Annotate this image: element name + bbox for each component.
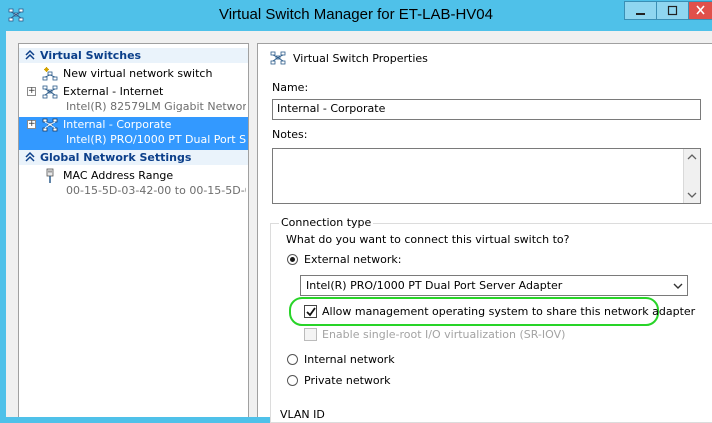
- tree-item-label: Internal - Corporate: [63, 118, 172, 131]
- scroll-up-icon[interactable]: [684, 150, 700, 164]
- internal-network-radio[interactable]: [287, 354, 298, 365]
- chevron-down-icon: [673, 283, 683, 289]
- tree-item-mac-address-range[interactable]: MAC Address Range: [19, 168, 248, 185]
- allow-management-label: Allow management operating system to sha…: [322, 305, 696, 318]
- external-network-radio[interactable]: [287, 254, 298, 265]
- tree-item-adapter: Intel(R) PRO/1000 PT Dual Port Se...: [66, 133, 246, 146]
- collapse-chevron-icon: [25, 49, 35, 60]
- section-label: Global Network Settings: [40, 151, 192, 164]
- tree-item-new-switch[interactable]: New virtual network switch: [19, 66, 248, 83]
- notes-label: Notes:: [272, 128, 308, 141]
- private-network-radio[interactable]: [287, 375, 298, 386]
- sriov-label: Enable single-root I/O virtualization (S…: [322, 328, 566, 341]
- maximize-icon: [667, 5, 678, 16]
- tree-item-label: External - Internet: [63, 85, 164, 98]
- switch-tree-pane: Virtual Switches New virtual network swi…: [18, 43, 249, 417]
- name-input[interactable]: Internal - Corporate: [272, 99, 701, 120]
- sriov-checkbox[interactable]: [304, 328, 317, 341]
- maximize-button[interactable]: [656, 1, 689, 20]
- tree-item-label: MAC Address Range: [63, 169, 174, 182]
- network-switch-icon: [270, 51, 286, 65]
- close-icon: [696, 5, 705, 15]
- tree-item-mac-range: 00-15-5D-03-42-00 to 00-15-5D-0...: [66, 184, 246, 197]
- tree-item-adapter: Intel(R) 82579LM Gigabit Network ...: [66, 100, 246, 113]
- network-plug-icon: [46, 168, 54, 183]
- minimize-icon: [636, 13, 645, 15]
- section-virtual-switches[interactable]: Virtual Switches: [19, 48, 248, 63]
- tree-item-internal[interactable]: + Internal - Corporate: [19, 117, 248, 134]
- section-global-network-settings[interactable]: Global Network Settings: [19, 150, 248, 165]
- scroll-down-icon[interactable]: [684, 188, 700, 202]
- notes-scrollbar[interactable]: [683, 149, 700, 203]
- checkmark-icon: [306, 307, 316, 317]
- external-network-label: External network:: [304, 253, 402, 266]
- expand-icon[interactable]: +: [27, 87, 36, 96]
- properties-title: Virtual Switch Properties: [293, 52, 428, 65]
- network-switch-icon: [42, 85, 58, 99]
- expand-icon[interactable]: +: [27, 120, 36, 129]
- allow-management-checkbox[interactable]: [304, 305, 317, 318]
- tree-item-external[interactable]: + External - Internet: [19, 84, 248, 101]
- connection-question: What do you want to connect this virtual…: [286, 233, 570, 246]
- title-bar: Virtual Switch Manager for ET-LAB-HV04: [0, 0, 712, 31]
- network-switch-icon: [42, 118, 58, 132]
- notes-textarea[interactable]: [272, 148, 701, 204]
- connection-type-legend: Connection type: [279, 216, 374, 229]
- internal-network-label: Internal network: [304, 353, 395, 366]
- close-button[interactable]: [688, 1, 712, 20]
- adapter-value: Intel(R) PRO/1000 PT Dual Port Server Ad…: [306, 279, 563, 292]
- collapse-chevron-icon: [25, 151, 35, 162]
- name-label: Name:: [272, 81, 309, 94]
- section-label: Virtual Switches: [40, 49, 142, 62]
- window-title: Virtual Switch Manager for ET-LAB-HV04: [218, 6, 493, 23]
- vlan-id-label: VLAN ID: [280, 408, 325, 421]
- private-network-label: Private network: [304, 374, 391, 387]
- name-value: Internal - Corporate: [277, 102, 386, 115]
- new-switch-icon: [42, 67, 58, 81]
- external-adapter-select[interactable]: Intel(R) PRO/1000 PT Dual Port Server Ad…: [300, 275, 688, 296]
- tree-item-label: New virtual network switch: [63, 67, 213, 80]
- minimize-button[interactable]: [624, 1, 657, 20]
